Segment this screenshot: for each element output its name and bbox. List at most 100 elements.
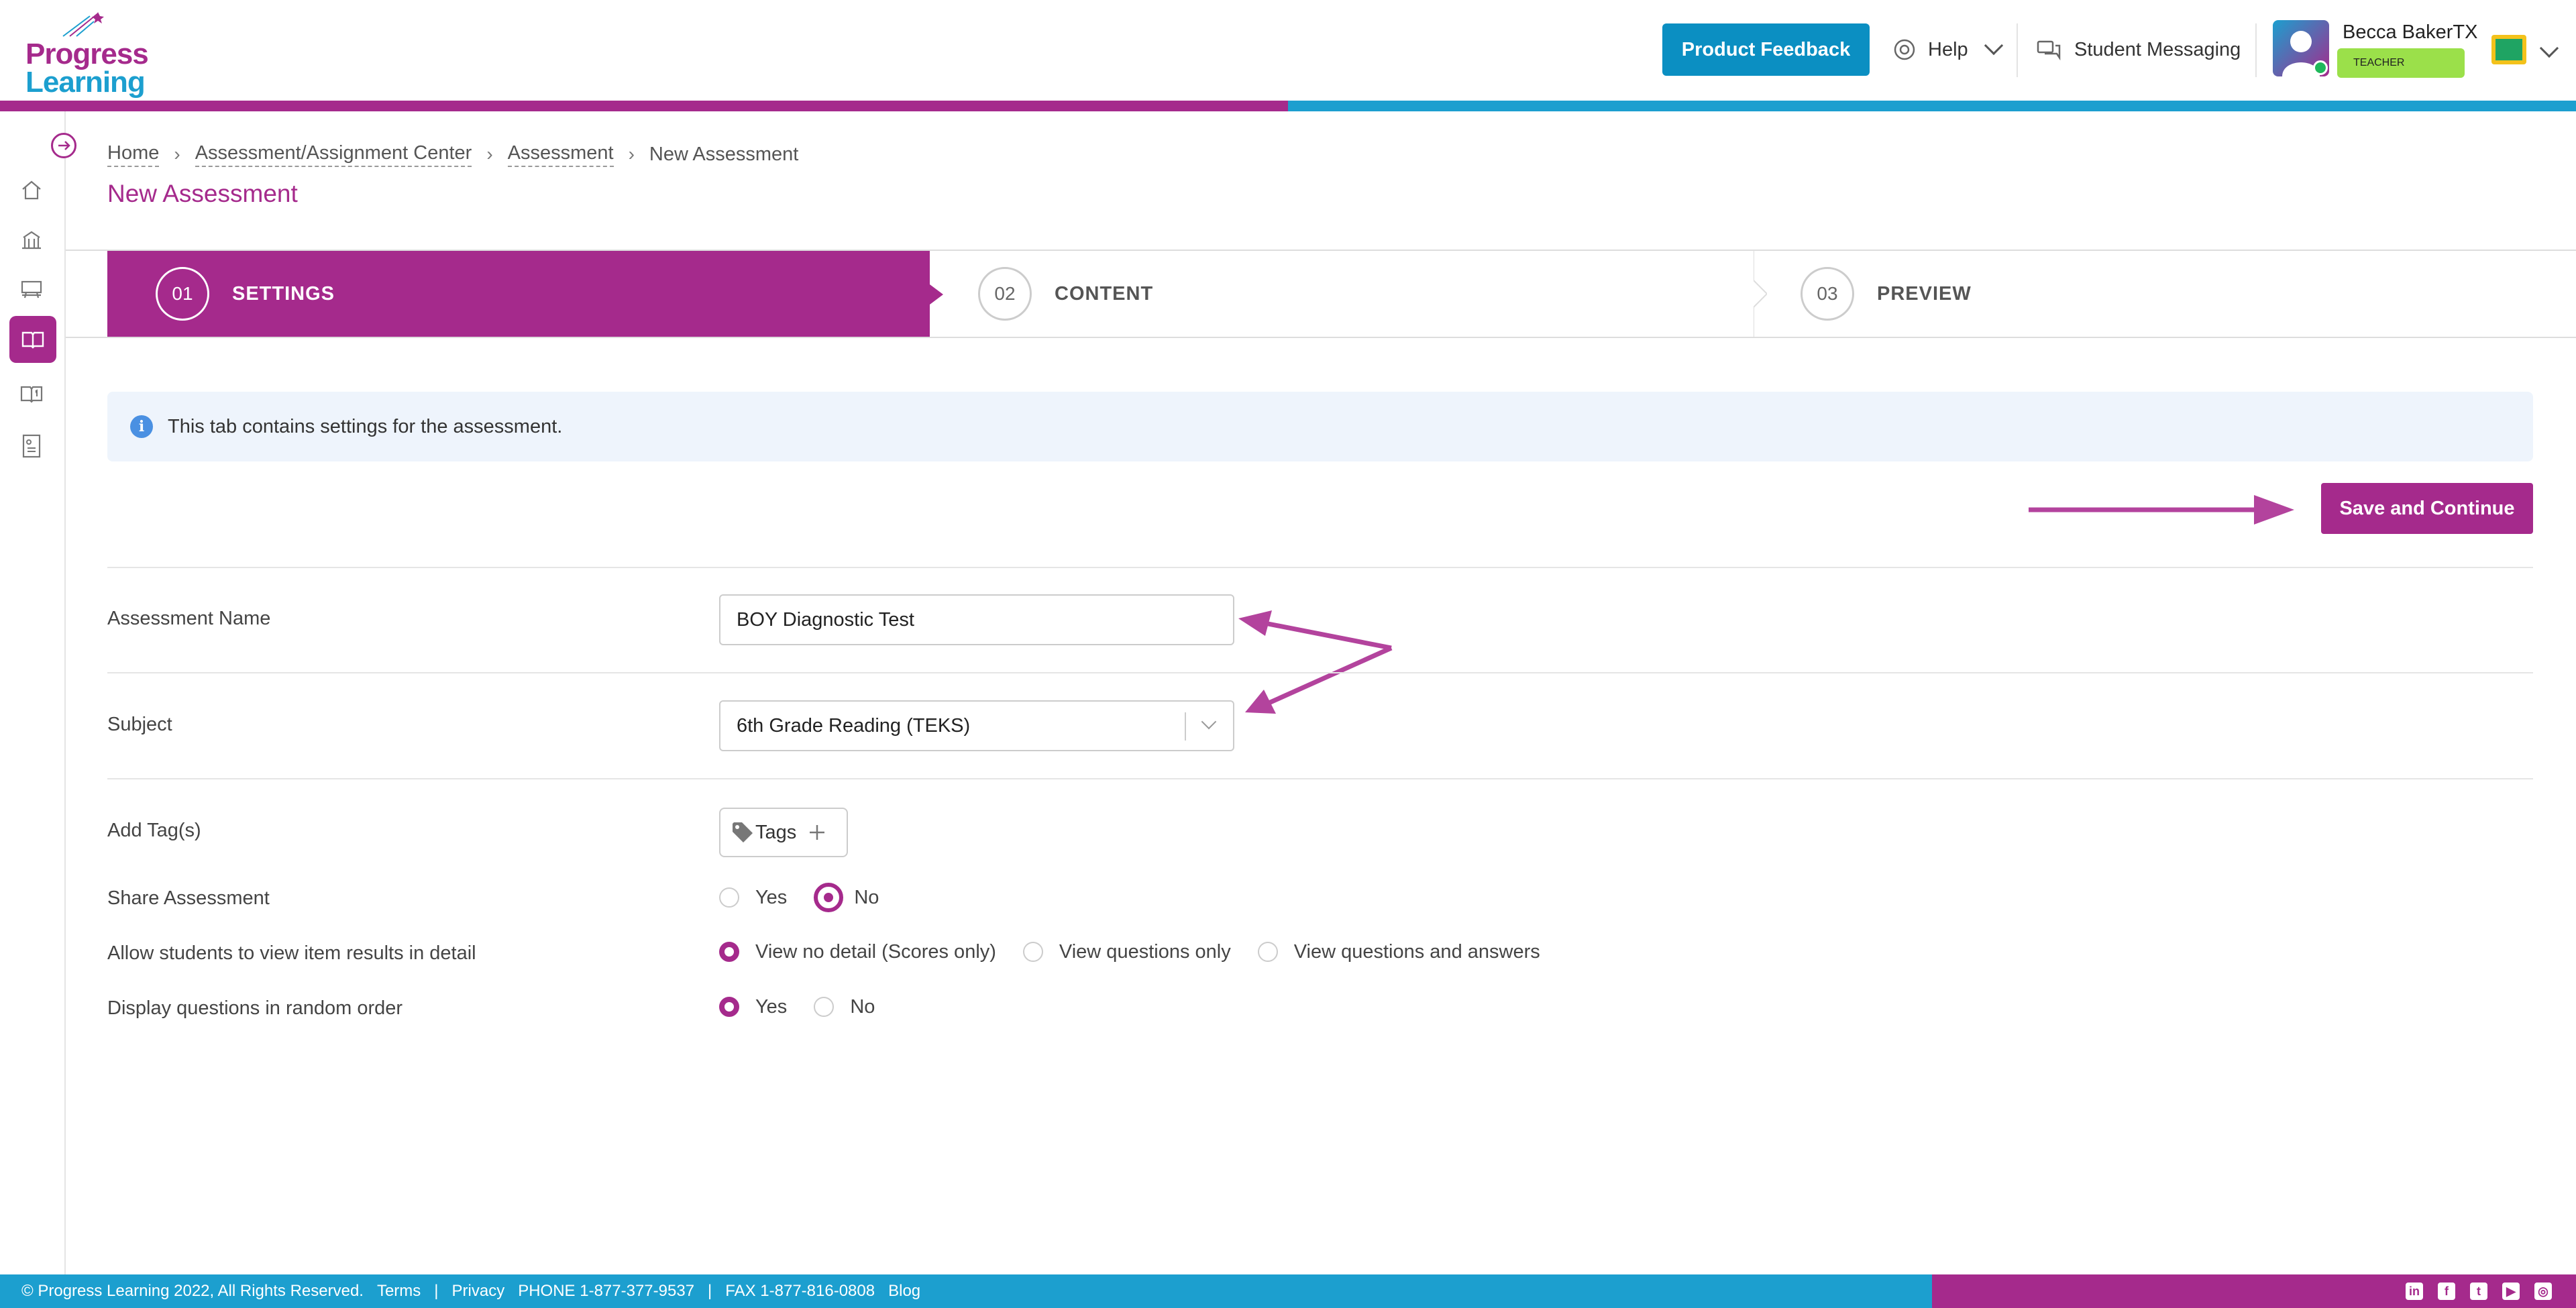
- random-yes-label: Yes: [755, 995, 788, 1018]
- facebook-icon[interactable]: f: [2438, 1283, 2455, 1300]
- breadcrumb-assessment[interactable]: Assessment: [507, 142, 614, 167]
- report-icon: [22, 434, 41, 458]
- home-icon: [22, 180, 41, 200]
- tags-button-label: Tags: [755, 821, 797, 843]
- plus-icon: [810, 825, 825, 840]
- linkedin-icon[interactable]: in: [2406, 1283, 2423, 1300]
- breadcrumb: Home › Assessment/Assignment Center › As…: [107, 141, 798, 168]
- book-number-icon: [20, 386, 43, 403]
- footer-copyright: © Progress Learning 2022, All Rights Res…: [21, 1282, 364, 1300]
- chevron-down-icon: [1201, 714, 1217, 730]
- footer-terms-link[interactable]: Terms: [377, 1282, 421, 1301]
- view-results-options: View no detail (Scores only) View questi…: [719, 938, 1567, 965]
- random-no-label: No: [850, 995, 875, 1018]
- sidebar-item-school[interactable]: [15, 223, 48, 256]
- view-no-detail-label: View no detail (Scores only): [755, 940, 996, 963]
- subject-selected-value: 6th Grade Reading (TEKS): [737, 714, 971, 737]
- view-no-detail-radio[interactable]: [719, 942, 739, 962]
- add-tags-label: Add Tag(s): [107, 820, 201, 841]
- share-assessment-options: Yes No: [719, 883, 906, 912]
- brand-stripe-purple: [0, 101, 1288, 111]
- chevron-right-icon: ›: [486, 144, 493, 164]
- share-yes-radio[interactable]: [719, 887, 739, 908]
- youtube-icon[interactable]: ▶: [2502, 1283, 2520, 1300]
- footer: © Progress Learning 2022, All Rights Res…: [0, 1274, 2576, 1308]
- footer-separator: |: [708, 1282, 712, 1300]
- sidebar-item-classroom[interactable]: [15, 272, 48, 306]
- sidebar-item-assessments[interactable]: [9, 316, 56, 363]
- step-settings[interactable]: 01 SETTINGS: [107, 251, 930, 337]
- sidebar-expand-button[interactable]: [51, 133, 76, 158]
- footer-privacy-link[interactable]: Privacy: [452, 1282, 505, 1301]
- view-no-detail-option[interactable]: View no detail (Scores only): [719, 941, 996, 963]
- step-preview[interactable]: 03 PREVIEW: [1767, 251, 2576, 337]
- view-questions-only-option[interactable]: View questions only: [1022, 940, 1231, 963]
- step-arrow-active: [930, 284, 943, 305]
- arrow-right-icon: [58, 141, 70, 150]
- sidebar-item-home[interactable]: [15, 173, 48, 207]
- user-name: Becca BakerTX: [2343, 21, 2478, 43]
- side-navigation: [0, 111, 66, 1274]
- random-no-option[interactable]: No: [814, 996, 875, 1018]
- random-yes-radio[interactable]: [719, 997, 739, 1017]
- breadcrumb-assessment-center[interactable]: Assessment/Assignment Center: [195, 142, 472, 167]
- info-icon: i: [130, 415, 153, 438]
- breadcrumb-current: New Assessment: [649, 143, 799, 165]
- student-messaging-link[interactable]: Student Messaging: [2037, 23, 2241, 76]
- user-avatar[interactable]: [2273, 20, 2329, 76]
- top-header: Progress Learning Product Feedback Help …: [0, 0, 2576, 101]
- tags-button[interactable]: Tags: [719, 808, 848, 857]
- help-label: Help: [1928, 38, 1968, 60]
- footer-separator: |: [434, 1282, 439, 1300]
- divider: [107, 567, 2533, 568]
- info-banner: i This tab contains settings for the ass…: [107, 392, 2533, 461]
- header-divider: [2255, 23, 2257, 77]
- chevron-down-icon: [1984, 36, 2003, 56]
- random-order-options: Yes No: [719, 993, 902, 1020]
- subject-select[interactable]: 6th Grade Reading (TEKS): [719, 700, 1234, 751]
- save-and-continue-button[interactable]: Save and Continue: [2321, 483, 2533, 534]
- classroom-icon: [21, 280, 42, 298]
- random-no-radio[interactable]: [814, 997, 835, 1017]
- step-label: CONTENT: [1055, 282, 1154, 305]
- product-feedback-button[interactable]: Product Feedback: [1662, 23, 1870, 76]
- tag-icon: [733, 822, 753, 842]
- account-chevron-down-icon[interactable]: [2539, 38, 2559, 58]
- student-messaging-label: Student Messaging: [2074, 38, 2241, 60]
- progress-learning-logo[interactable]: Progress Learning: [24, 12, 149, 99]
- share-yes-option[interactable]: Yes: [719, 887, 787, 909]
- step-number: 01: [156, 267, 209, 321]
- footer-blog-link[interactable]: Blog: [888, 1282, 920, 1301]
- random-yes-option[interactable]: Yes: [719, 996, 787, 1018]
- sidebar-item-reports[interactable]: [15, 429, 48, 463]
- annotation-arrows: [1238, 610, 1393, 714]
- sidebar-item-library[interactable]: [15, 377, 48, 411]
- subject-label: Subject: [107, 714, 172, 735]
- step-number: 02: [978, 267, 1032, 321]
- select-divider: [1185, 712, 1186, 741]
- view-questions-answers-option[interactable]: View questions and answers: [1257, 941, 1540, 963]
- view-questions-only-label: View questions only: [1059, 940, 1231, 963]
- breadcrumb-home[interactable]: Home: [107, 142, 160, 167]
- step-divider: [1754, 251, 1767, 338]
- view-questions-answers-radio[interactable]: [1257, 942, 1278, 962]
- share-no-label: No: [854, 886, 879, 908]
- step-content[interactable]: 02 CONTENT: [945, 251, 1767, 337]
- twitter-icon[interactable]: t: [2470, 1283, 2487, 1300]
- footer-text: © Progress Learning 2022, All Rights Res…: [21, 1274, 934, 1308]
- step-label: SETTINGS: [232, 282, 335, 305]
- view-questions-only-radio[interactable]: [1022, 942, 1043, 962]
- header-divider: [2017, 23, 2018, 77]
- divider: [107, 672, 2533, 673]
- assessment-name-input[interactable]: BOY Diagnostic Test: [719, 594, 1234, 645]
- share-no-radio[interactable]: [814, 883, 844, 912]
- share-no-option[interactable]: No: [814, 883, 879, 912]
- page-title: New Assessment: [107, 180, 298, 207]
- brand-stripe-blue: [1288, 101, 2576, 111]
- google-classroom-icon[interactable]: [2491, 35, 2526, 64]
- share-yes-label: Yes: [755, 886, 788, 908]
- instagram-icon[interactable]: ◎: [2534, 1283, 2552, 1300]
- step-label: PREVIEW: [1877, 282, 1972, 305]
- help-menu[interactable]: Help: [1893, 23, 2003, 76]
- view-results-label: Allow students to view item results in d…: [107, 942, 476, 964]
